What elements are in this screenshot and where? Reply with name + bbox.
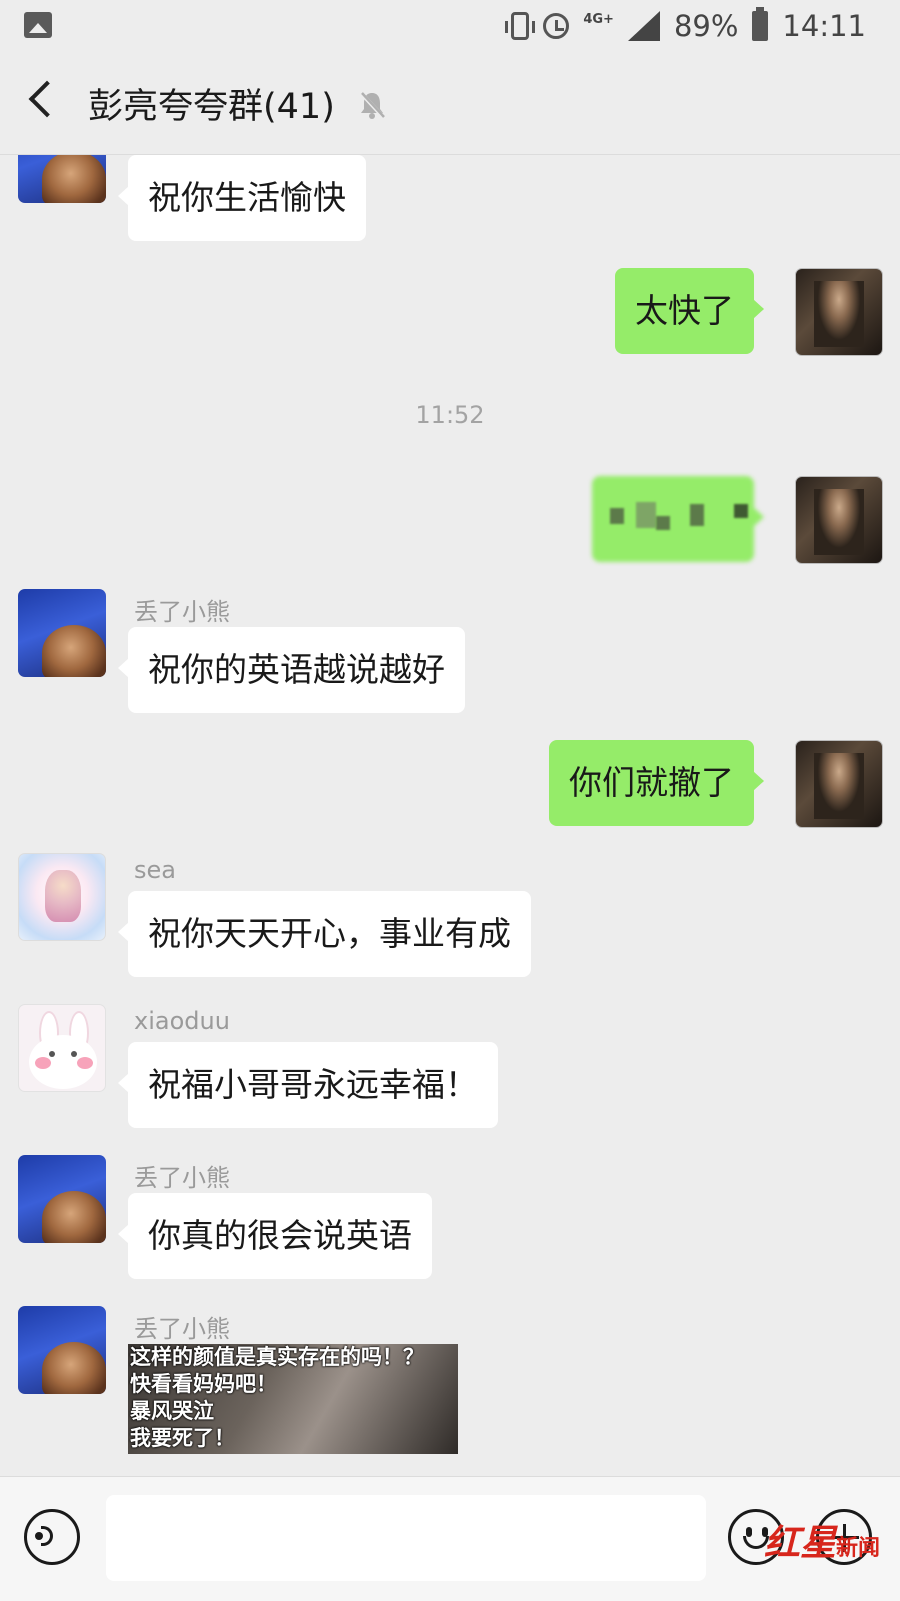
image-caption-line: 我要死了！: [130, 1426, 235, 1450]
chat-header: 彭亮夸夸群(41): [0, 52, 900, 155]
alarm-icon: [543, 13, 570, 39]
avatar[interactable]: [18, 155, 106, 203]
news-watermark: 红星新闻: [764, 1514, 880, 1566]
sender-name: 丢了小熊: [134, 598, 230, 626]
sender-name: 丢了小熊: [134, 1164, 230, 1192]
image-caption-line: 这样的颜值是真实存在的吗！？: [130, 1345, 424, 1369]
watermark-sub: 新闻: [836, 1535, 881, 1561]
mute-bell-icon: [359, 91, 386, 120]
message-bubble[interactable]: 祝你的英语越说越好: [118, 627, 465, 713]
message-bubble-self[interactable]: 你们就撤了: [549, 740, 764, 826]
message-input[interactable]: [106, 1495, 706, 1581]
blurred-content: [592, 476, 754, 562]
image-caption-line: 暴风哭泣: [130, 1399, 214, 1423]
network-type: 4G+: [583, 11, 614, 27]
message-bubble[interactable]: 祝福小哥哥永远幸福！: [118, 1042, 498, 1128]
sender-name: 丢了小熊: [134, 1315, 230, 1343]
message-list[interactable]: 祝你生活愉快 太快了 11:52 丢了小熊 祝你的英语越说越好 你们就撤了 se…: [0, 155, 900, 1475]
vibrate-icon: [505, 12, 536, 40]
clock: 14:11: [782, 9, 866, 43]
signal-icon: [627, 11, 660, 41]
message-bubble[interactable]: 祝你天天开心，事业有成: [118, 891, 531, 977]
avatar[interactable]: [18, 853, 106, 941]
message-bubble[interactable]: 祝你生活愉快: [118, 155, 366, 241]
avatar[interactable]: [18, 1155, 106, 1243]
battery-icon: [752, 7, 769, 41]
sender-name: xiaoduu: [134, 1007, 230, 1035]
battery-percent: 89%: [673, 9, 739, 43]
chat-title: 彭亮夸夸群(41): [88, 87, 335, 127]
message-bubble[interactable]: 你真的很会说英语: [118, 1193, 432, 1279]
status-indicators: 4G+ 89% 14:11: [505, 7, 866, 44]
message-timestamp: 11:52: [415, 401, 485, 429]
image-notification-icon: [24, 12, 52, 38]
avatar[interactable]: [18, 1004, 106, 1092]
back-arrow-icon[interactable]: [28, 80, 66, 118]
avatar[interactable]: [18, 589, 106, 677]
self-avatar[interactable]: [795, 268, 883, 356]
status-bar: 4G+ 89% 14:11: [0, 0, 900, 52]
image-caption-line: 快看看妈妈吧！: [130, 1372, 277, 1396]
avatar[interactable]: [18, 1306, 106, 1394]
image-message[interactable]: 这样的颜值是真实存在的吗！？ 快看看妈妈吧！ 暴风哭泣 我要死了！: [128, 1344, 458, 1454]
self-avatar[interactable]: [795, 740, 883, 828]
message-bubble-self[interactable]: 太快了: [615, 268, 764, 354]
sender-name: sea: [134, 856, 176, 884]
watermark-brand: 红星: [764, 1522, 837, 1564]
self-avatar[interactable]: [795, 476, 883, 564]
voice-input-icon[interactable]: [24, 1509, 80, 1565]
